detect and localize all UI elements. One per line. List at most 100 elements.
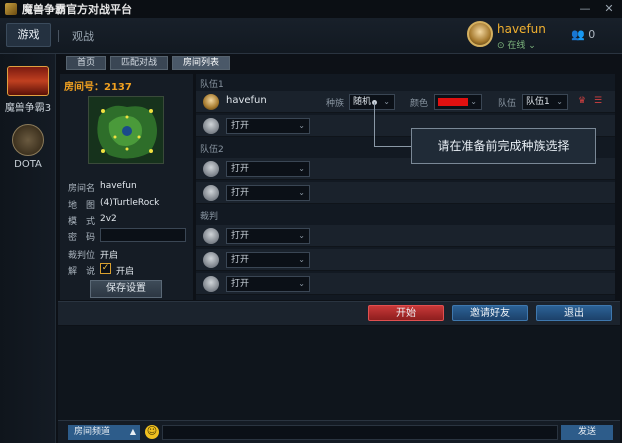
map-value: (4)TurtleRock — [100, 198, 160, 208]
sidebar-item-warcraft3[interactable]: 魔兽争霸3 — [0, 66, 56, 114]
commentary-label: 解 说 — [68, 267, 96, 277]
slot-avatar — [203, 161, 219, 177]
slot-status-select[interactable]: 打开 ⌄ — [226, 228, 310, 244]
user-status-dropdown[interactable]: ⊙ 在线 ⌄ — [497, 38, 536, 51]
friends-button[interactable]: 👥 0 — [571, 28, 595, 41]
mode-label: 模 式 — [68, 217, 96, 227]
mode-value: 2v2 — [100, 214, 117, 224]
map-label: 地 图 — [68, 201, 96, 211]
room-info-panel: 房间号：2137 房间名 havefun 地 图 (4)TurtleRock 模… — [60, 74, 193, 300]
slot-status-value: 打开 — [231, 121, 250, 131]
slot-avatar — [203, 185, 219, 201]
game-sidebar: 魔兽争霸3 DOTA — [0, 54, 56, 443]
chat-channel-select[interactable]: 房间频道 ▲ — [68, 425, 140, 440]
room-name-label: 房间名 — [68, 184, 96, 194]
slot-avatar — [203, 276, 219, 292]
room-action-bar: 开始 邀请好友 退出 — [58, 301, 620, 325]
minimize-button[interactable]: — — [578, 2, 592, 15]
host-avatar — [203, 94, 219, 110]
chevron-down-icon: ⌄ — [298, 231, 305, 240]
tab-room-list[interactable]: 房间列表 — [172, 56, 231, 70]
race-value: 随机 — [353, 97, 372, 107]
color-label: 颜色 — [410, 99, 429, 109]
slot-status-select[interactable]: 打开 ⌄ — [226, 276, 310, 292]
title-bar: 魔兽争霸官方对战平台 — ✕ — [0, 0, 622, 18]
race-label: 种族 — [326, 99, 345, 109]
slot-avatar — [203, 252, 219, 268]
chevron-down-icon: ⌄ — [298, 188, 305, 197]
chat-bar: 房间频道 ▲ ☺ 发送 — [58, 420, 620, 443]
color-swatch — [438, 98, 468, 106]
slot-avatar — [203, 228, 219, 244]
send-button[interactable]: 发送 — [561, 425, 613, 440]
color-select[interactable]: ⌄ — [434, 94, 482, 110]
password-label: 密 码 — [68, 233, 96, 243]
slot-status-select[interactable]: 打开 ⌄ — [226, 252, 310, 268]
save-settings-button[interactable]: 保存设置 — [90, 280, 162, 298]
chat-channel-value: 房间频道 — [74, 427, 111, 437]
warcraft3-logo-icon — [7, 66, 49, 96]
chat-input[interactable] — [162, 425, 558, 440]
window-controls: — ✕ — [578, 2, 616, 15]
slot-referee-3: 打开 ⌄ — [196, 273, 615, 295]
host-name: havefun — [226, 95, 267, 106]
app-logo-icon — [5, 3, 17, 15]
slot-referee-1: 打开 ⌄ — [196, 225, 615, 247]
host-crown-icon: ♛ — [578, 96, 587, 106]
slot-team2-2: 打开 ⌄ — [196, 182, 615, 204]
chevron-down-icon: ⌄ — [470, 97, 477, 106]
nav-divider — [58, 30, 59, 42]
tab-match[interactable]: 匹配对战 — [110, 56, 169, 70]
kick-icon[interactable]: ☰ — [594, 96, 602, 106]
commentary-value: 开启 — [116, 267, 135, 277]
sidebar-item-label: 魔兽争霸3 — [4, 103, 52, 114]
team-select[interactable]: 队伍1 ⌄ — [522, 94, 568, 110]
invite-friends-button[interactable]: 邀请好友 — [452, 305, 528, 321]
user-name: havefun — [497, 22, 546, 36]
nav-watch-tab[interactable]: 观战 — [72, 28, 94, 44]
exit-button[interactable]: 退出 — [536, 305, 612, 321]
password-input[interactable] — [100, 228, 186, 242]
referee-label: 裁判位 — [68, 251, 96, 261]
room-name-value: havefun — [100, 181, 137, 191]
start-button[interactable]: 开始 — [368, 305, 444, 321]
app-title: 魔兽争霸官方对战平台 — [22, 3, 132, 16]
tab-home[interactable]: 首页 — [66, 56, 107, 70]
slot-status-select[interactable]: 打开 ⌄ — [226, 118, 310, 134]
tooltip-connector — [374, 146, 411, 147]
user-avatar[interactable] — [467, 21, 493, 47]
map-preview-image — [88, 96, 164, 164]
friends-count: 0 — [588, 28, 596, 41]
player-slots-panel: 队伍1 havefun 种族 随机 ⌄ 颜色 ⌄ 队伍 队伍1 ⌄ ♛ ☰ 打开… — [196, 74, 615, 300]
chevron-down-icon: ⌄ — [298, 255, 305, 264]
sidebar-item-dota[interactable]: DOTA — [0, 124, 56, 170]
team-label: 队伍 — [498, 99, 517, 109]
referee-value: 开启 — [100, 251, 119, 261]
chevron-down-icon: ⌄ — [298, 121, 305, 130]
slot-host: havefun 种族 随机 ⌄ 颜色 ⌄ 队伍 队伍1 ⌄ ♛ ☰ — [196, 91, 615, 113]
chevron-down-icon: ⌄ — [556, 97, 563, 106]
sidebar-item-label: DOTA — [14, 159, 42, 170]
top-bar: 游戏 观战 havefun ⊙ 在线 ⌄ 👥 0 — [0, 18, 622, 54]
slot-status-select[interactable]: 打开 ⌄ — [226, 161, 310, 177]
close-button[interactable]: ✕ — [602, 2, 616, 15]
team2-label: 队伍2 — [200, 145, 224, 155]
breadcrumb-tabs: 首页 匹配对战 房间列表 — [66, 56, 231, 70]
slot-status-value: 打开 — [231, 231, 250, 241]
slot-status-select[interactable]: 打开 ⌄ — [226, 185, 310, 201]
team1-label: 队伍1 — [200, 80, 224, 90]
slot-status-value: 打开 — [231, 164, 250, 174]
chevron-up-icon: ▲ — [129, 427, 136, 436]
dota-logo-icon — [12, 124, 44, 156]
race-selection-tooltip: 请在准备前完成种族选择 — [411, 128, 596, 164]
slot-referee-2: 打开 ⌄ — [196, 249, 615, 271]
chevron-down-icon: ⌄ — [298, 164, 305, 173]
slot-avatar — [203, 118, 219, 134]
friends-icon: 👥 — [571, 28, 585, 41]
room-id: 房间号：2137 — [64, 82, 132, 93]
slot-status-value: 打开 — [231, 188, 250, 198]
referee-group-label: 裁判 — [200, 212, 219, 222]
emoji-icon[interactable]: ☺ — [145, 425, 159, 439]
nav-game-tab[interactable]: 游戏 — [6, 23, 51, 47]
commentary-checkbox[interactable]: ✓ — [100, 263, 111, 274]
